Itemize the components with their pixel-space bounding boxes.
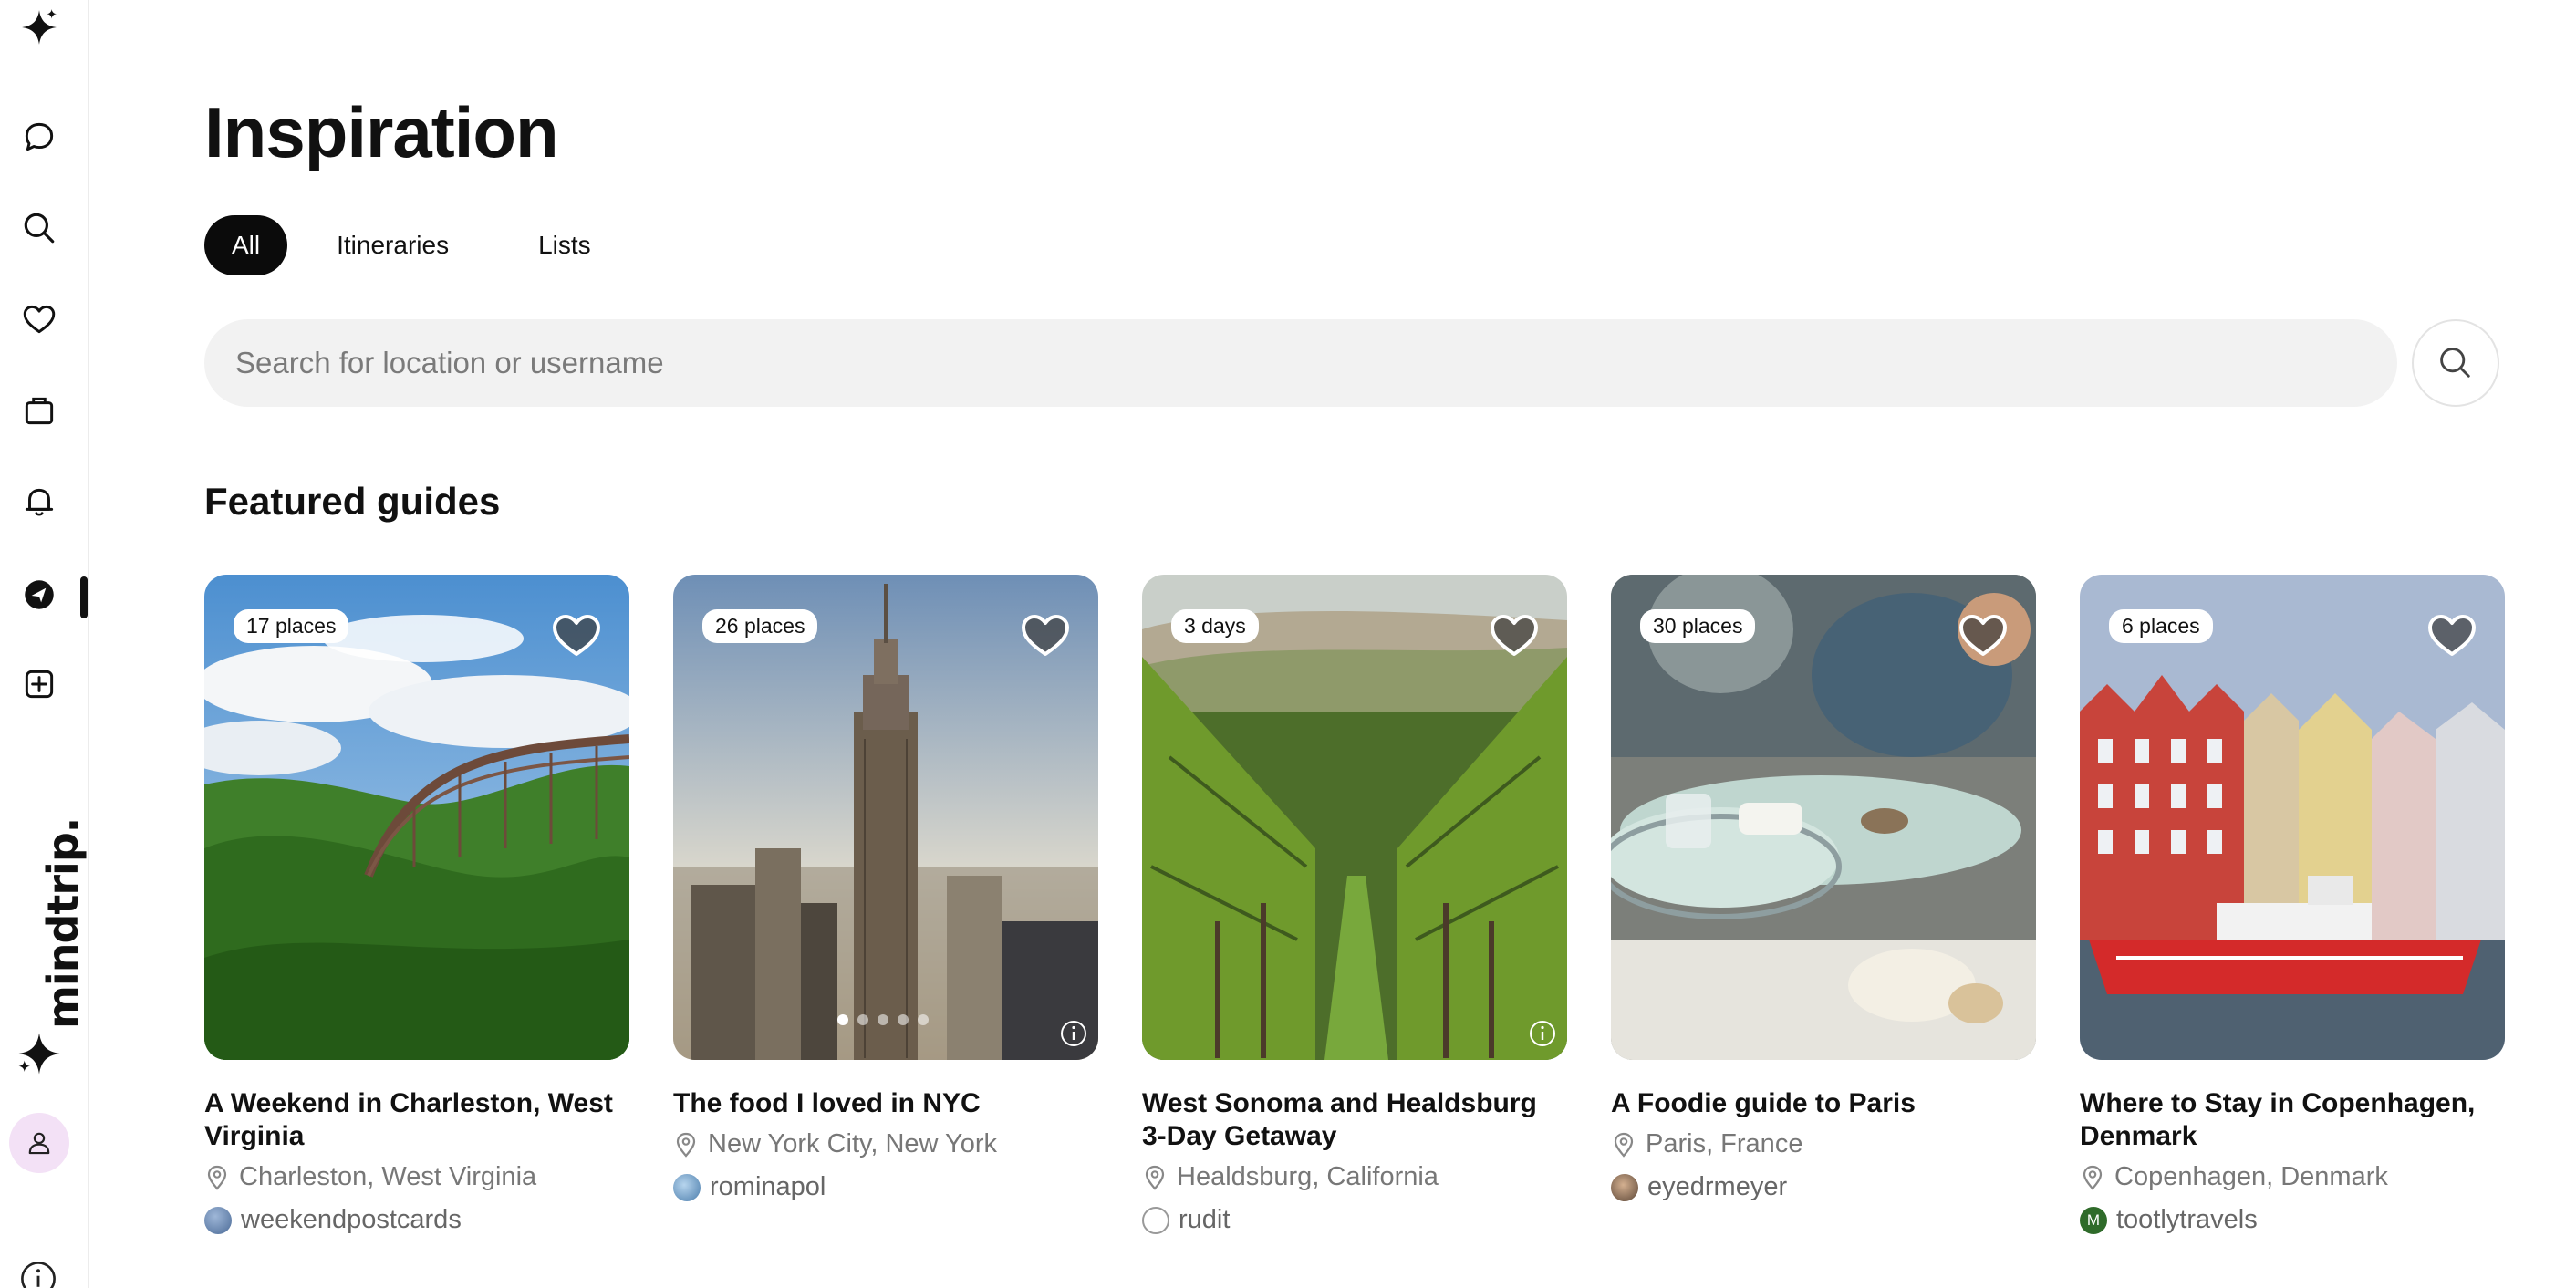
- guide-count-badge: 17 places: [234, 609, 349, 643]
- guide-location-text: Paris, France: [1646, 1129, 1803, 1158]
- brand-sparkle-icon: [16, 1031, 62, 1076]
- author-avatar: [673, 1173, 701, 1201]
- favorite-heart-icon[interactable]: [1958, 611, 2009, 659]
- author-avatar: M: [2080, 1206, 2107, 1234]
- guide-count-badge: 6 places: [2109, 609, 2213, 643]
- briefcase-icon[interactable]: [17, 389, 61, 432]
- carousel-dot[interactable]: [857, 1014, 868, 1025]
- guide-title[interactable]: West Sonoma and Healdsburg 3-Day Getaway: [1142, 1087, 1567, 1153]
- guide-author[interactable]: M tootlytravels: [2080, 1205, 2505, 1235]
- author-username: eyedrmeyer: [1647, 1172, 1788, 1201]
- active-nav-indicator: [80, 576, 88, 618]
- guide-location: Charleston, West Virginia: [204, 1162, 629, 1192]
- info-icon[interactable]: [18, 1259, 58, 1288]
- carousel-dot[interactable]: [898, 1014, 909, 1025]
- location-pin-icon: [2083, 1165, 2103, 1190]
- guide-location-text: Copenhagen, Denmark: [2114, 1162, 2388, 1191]
- image-carousel-dots[interactable]: [837, 1014, 929, 1025]
- favorite-heart-icon[interactable]: [2426, 611, 2477, 659]
- location-pin-icon: [1614, 1132, 1634, 1158]
- guide-card-image[interactable]: 26 places: [673, 575, 1098, 1060]
- author-avatar: [1142, 1206, 1169, 1234]
- guide-author[interactable]: eyedrmeyer: [1611, 1172, 2036, 1202]
- guide-card-image[interactable]: 6 places: [2080, 575, 2505, 1060]
- author-username: tootlytravels: [2116, 1205, 2258, 1234]
- filter-tabs: All Itineraries Lists: [204, 215, 631, 275]
- favorite-heart-icon[interactable]: [1489, 611, 1540, 659]
- sparkle-logo-icon[interactable]: [17, 5, 61, 49]
- image-info-icon[interactable]: [1058, 1018, 1089, 1049]
- guide-location-text: New York City, New York: [708, 1129, 997, 1158]
- author-username: weekendpostcards: [241, 1205, 462, 1234]
- carousel-dot[interactable]: [878, 1014, 888, 1025]
- guide-card-image[interactable]: 17 places: [204, 575, 629, 1060]
- guide-author[interactable]: rominapol: [673, 1172, 1098, 1202]
- guide-card-image[interactable]: 3 days: [1142, 575, 1567, 1060]
- guide-location: New York City, New York: [673, 1129, 1098, 1159]
- image-info-icon[interactable]: [1527, 1018, 1558, 1049]
- guide-location: Copenhagen, Denmark: [2080, 1162, 2505, 1192]
- chat-bubble-icon[interactable]: [17, 115, 61, 159]
- search-icon[interactable]: [17, 206, 61, 250]
- brand-logo-text: mindtrip.: [38, 817, 88, 1029]
- guide-card[interactable]: 26 places The food I loved in NYC New Yo…: [673, 575, 1098, 1235]
- guide-title[interactable]: The food I loved in NYC: [673, 1087, 1098, 1120]
- author-avatar: [1611, 1173, 1638, 1201]
- user-icon: [28, 1132, 50, 1155]
- guide-title[interactable]: A Weekend in Charleston, West Virginia: [204, 1087, 629, 1153]
- page-title: Inspiration: [204, 92, 559, 172]
- guide-location-text: Charleston, West Virginia: [239, 1162, 537, 1191]
- favorite-heart-icon[interactable]: [551, 611, 602, 659]
- search-bar: [204, 319, 2397, 407]
- bell-icon[interactable]: [17, 480, 61, 524]
- author-username: rudit: [1179, 1205, 1231, 1234]
- carousel-dot[interactable]: [918, 1014, 929, 1025]
- guide-location: Paris, France: [1611, 1129, 2036, 1159]
- featured-guides-list: 17 places A Weekend in Charleston, West …: [204, 575, 2505, 1235]
- guide-card[interactable]: 3 days West Sonoma and Healdsburg 3-Day …: [1142, 575, 1567, 1235]
- search-input[interactable]: [235, 346, 2397, 380]
- guide-author[interactable]: rudit: [1142, 1205, 1567, 1235]
- profile-button[interactable]: [9, 1113, 69, 1173]
- guide-duration-badge: 3 days: [1171, 609, 1259, 643]
- add-square-icon[interactable]: [17, 662, 61, 706]
- author-username: rominapol: [710, 1172, 826, 1201]
- author-avatar: [204, 1206, 232, 1234]
- search-button[interactable]: [2412, 319, 2499, 407]
- guide-location: Healdsburg, California: [1142, 1162, 1567, 1192]
- guide-count-badge: 26 places: [702, 609, 818, 643]
- guide-card[interactable]: 6 places Where to Stay in Copenhagen, De…: [2080, 575, 2505, 1235]
- guide-card-image[interactable]: 30 places: [1611, 575, 2036, 1060]
- tab-lists[interactable]: Lists: [498, 215, 631, 275]
- guide-author[interactable]: weekendpostcards: [204, 1205, 629, 1235]
- heart-icon[interactable]: [17, 297, 61, 341]
- compass-icon[interactable]: [17, 573, 61, 617]
- tab-all[interactable]: All: [204, 215, 288, 275]
- location-pin-icon: [207, 1165, 227, 1190]
- guide-card[interactable]: 17 places A Weekend in Charleston, West …: [204, 575, 629, 1235]
- guide-title[interactable]: Where to Stay in Copenhagen, Denmark: [2080, 1087, 2505, 1153]
- location-pin-icon: [676, 1132, 696, 1158]
- guide-count-badge: 30 places: [1640, 609, 1756, 643]
- search-icon: [2440, 348, 2470, 378]
- guide-location-text: Healdsburg, California: [1177, 1162, 1439, 1191]
- tab-itineraries[interactable]: Itineraries: [296, 215, 489, 275]
- sidebar: mindtrip.: [0, 0, 89, 1288]
- carousel-dot[interactable]: [837, 1014, 848, 1025]
- guide-title[interactable]: A Foodie guide to Paris: [1611, 1087, 2036, 1120]
- guide-card[interactable]: 30 places A Foodie guide to Paris Paris,…: [1611, 575, 2036, 1235]
- location-pin-icon: [1145, 1165, 1165, 1190]
- section-title-featured-guides: Featured guides: [204, 480, 501, 523]
- favorite-heart-icon[interactable]: [1020, 611, 1071, 659]
